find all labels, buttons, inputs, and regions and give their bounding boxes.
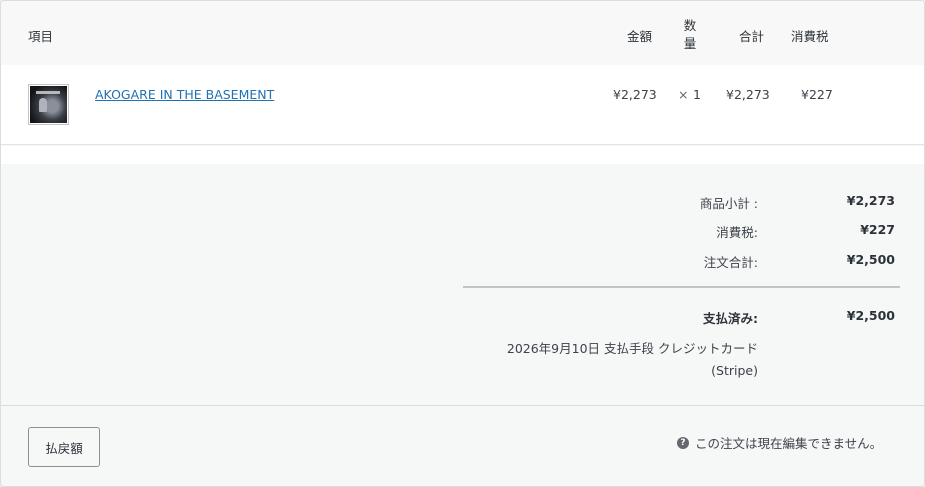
totals-divider	[463, 286, 900, 288]
payment-gateway: (Stripe)	[711, 363, 758, 378]
product-name-link[interactable]: AKOGARE IN THE BASEMENT	[95, 87, 274, 102]
items-table-header: 項目 金額 数 量 合計 消費税	[1, 1, 924, 65]
header-item: 項目	[28, 29, 54, 44]
notice-text: この注文は現在編集できません。	[695, 436, 883, 451]
tax-value: ¥227	[860, 222, 895, 237]
subtotal-value: ¥2,273	[846, 193, 895, 208]
product-thumbnail[interactable]	[28, 84, 69, 125]
item-tax: ¥227	[801, 87, 833, 102]
order-total-label: 注文合計:	[703, 255, 758, 270]
times-symbol: ×	[678, 87, 689, 102]
tax-label: 消費税:	[716, 225, 758, 240]
subtotal-label: 商品小計 :	[699, 196, 758, 211]
not-editable-notice: ? この注文は現在編集できません。	[677, 433, 882, 452]
help-icon[interactable]: ?	[677, 436, 689, 449]
order-items-panel: 項目 金額 数 量 合計 消費税 AKOGARE IN THE BASEMENT…	[0, 0, 925, 487]
row-spacer	[1, 146, 924, 164]
item-total: ¥2,273	[726, 87, 770, 102]
order-totals: 商品小計 : ¥2,273 消費税: ¥227 注文合計: ¥2,500 支払済…	[1, 164, 924, 405]
item-quantity: 1	[693, 87, 701, 102]
payment-info: 2026年9月10日 支払手段 クレジットカード	[506, 341, 758, 356]
header-quantity: 数 量	[683, 17, 697, 53]
header-tax: 消費税	[791, 29, 829, 44]
paid-value: ¥2,500	[846, 308, 895, 323]
header-cost: 金額	[627, 29, 653, 44]
paid-label: 支払済み:	[703, 311, 758, 326]
item-cost: ¥2,273	[613, 87, 657, 102]
order-total-value: ¥2,500	[846, 252, 895, 267]
header-total: 合計	[739, 29, 765, 44]
order-actions: 払戻額 ? この注文は現在編集できません。	[1, 405, 924, 486]
header-quantity-line1: 数	[683, 18, 697, 33]
table-row: AKOGARE IN THE BASEMENT ¥2,273 × 1 ¥2,27…	[1, 65, 924, 145]
header-quantity-line2: 量	[683, 36, 697, 51]
refund-button[interactable]: 払戻額	[28, 427, 100, 467]
